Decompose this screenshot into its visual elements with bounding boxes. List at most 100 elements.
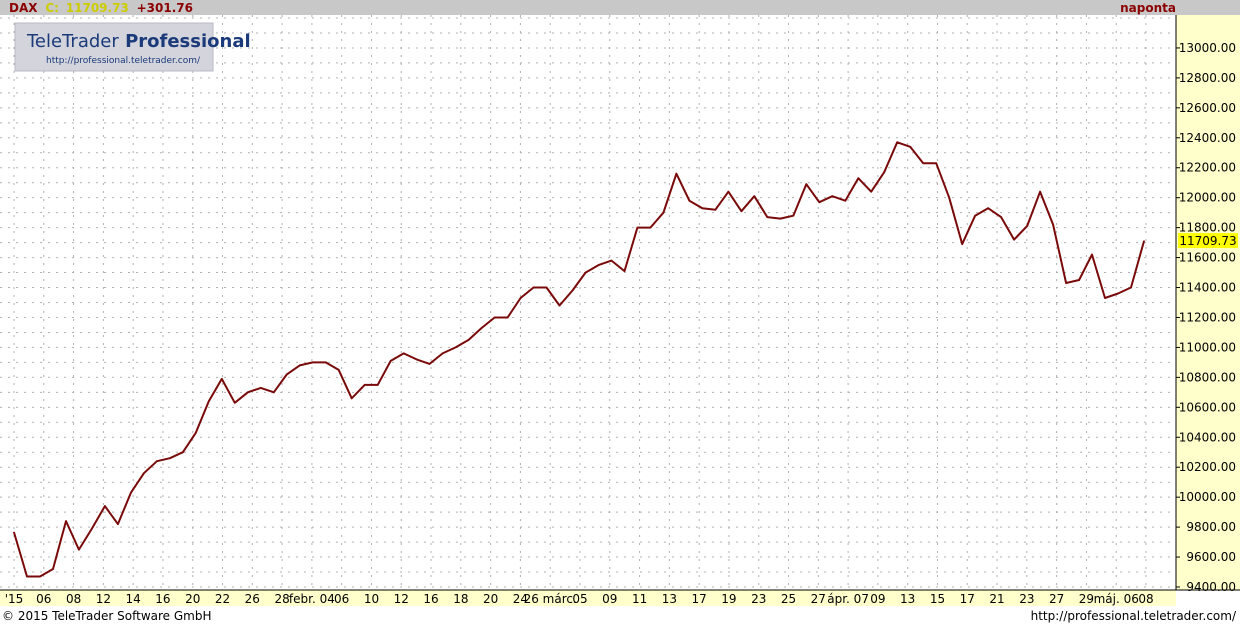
header-quote: DAX C: 11709.73 +301.76 [9,1,193,15]
data-point [65,520,67,522]
y-tick-label: 11200.00 [1179,310,1236,324]
data-point [389,360,392,362]
data-point [208,400,210,403]
data-point [597,264,600,266]
header-period: naponta [1120,1,1176,15]
data-point [376,384,379,386]
x-tick-label: 17 [692,592,707,606]
data-point [987,207,989,209]
data-point [727,190,730,193]
data-point [688,199,691,202]
data-point [1052,223,1054,226]
data-point [610,259,613,262]
data-point [1130,286,1132,289]
x-tick-label: 05 [572,592,587,606]
x-tick-label: '15 [5,592,24,606]
data-point [831,195,834,197]
data-point [1039,190,1041,193]
x-tick-label: 12 [96,592,111,606]
data-point [441,352,444,355]
data-point [195,432,197,434]
x-tick-label: 23 [1019,592,1034,606]
data-point [714,208,717,211]
y-tick-label: 11000.00 [1179,340,1236,354]
data-point [701,207,704,209]
data-point [805,183,808,185]
data-point [1078,279,1080,281]
data-point [1000,216,1002,218]
data-point [493,316,496,319]
data-point [558,304,561,307]
data-point [52,568,54,570]
x-tick-label: febr. 04 [289,592,335,606]
logo-title: TeleTrader Professional [26,31,251,52]
data-point [324,361,327,364]
data-point [779,217,782,220]
y-tick-label: 12600.00 [1179,101,1236,115]
data-point [104,505,106,507]
data-point [480,327,483,329]
data-point [584,271,587,274]
x-tick-label: 28 [274,592,289,606]
data-point [363,384,366,386]
data-point [467,339,470,341]
data-point [675,172,678,175]
x-tick-label: ápr. 07 [827,592,869,606]
data-point [1117,292,1119,295]
data-point [221,378,223,380]
data-point [311,361,314,364]
x-tick-label: 16 [423,592,438,606]
x-tick-label: 09 [602,592,617,606]
x-tick-label: 15 [930,592,945,606]
data-point [143,472,145,475]
y-tick-label: 10600.00 [1179,400,1236,414]
x-tick-label: 14 [126,592,141,606]
data-point [766,216,769,218]
x-tick-label: 11 [632,592,647,606]
y-tick-label: 13000.00 [1179,41,1236,55]
data-point [649,226,652,229]
y-tick-label: 12200.00 [1179,161,1236,175]
header-close-prefix: C: [45,1,59,15]
header-change: +301.76 [137,1,193,15]
data-point [156,460,158,463]
data-point [1065,282,1067,284]
y-tick-label: 12000.00 [1179,191,1236,205]
data-point [506,316,509,319]
data-point [273,391,275,394]
x-tick-label: 26 márc. [524,592,577,606]
data-point [169,457,171,460]
x-tick-label: 09 [870,592,885,606]
data-point [948,196,950,199]
data-point [350,397,353,400]
y-tick-label: 11400.00 [1179,281,1236,295]
y-tick-label: 10000.00 [1179,490,1236,504]
x-tick-label: 16 [155,592,170,606]
data-point [1091,253,1093,256]
x-tick-label: 27 [1049,592,1064,606]
data-point [974,214,976,217]
data-point [1143,240,1145,242]
data-point [844,199,847,202]
data-point [415,358,418,361]
y-tick-label: 12800.00 [1179,71,1236,85]
x-tick-label: 20 [185,592,200,606]
last-price-label: 11709.73 [1179,234,1236,248]
x-tick-label: 06 [334,592,349,606]
data-point [1026,225,1028,227]
logo-url: http://professional.teletrader.com/ [46,56,201,66]
y-tick-label: 11600.00 [1179,251,1236,265]
y-tick-label: 11800.00 [1179,221,1236,235]
x-tick-label: 23 [751,592,766,606]
data-point [883,171,885,173]
data-point [857,177,860,179]
data-point [870,190,872,193]
data-point [740,210,743,212]
footer-copyright: © 2015 TeleTrader Software GmbH [2,609,212,623]
data-point [623,270,626,272]
x-tick-label: 25 [781,592,796,606]
data-point [753,195,756,197]
data-point [571,289,574,292]
data-point [402,352,405,355]
data-point [909,146,911,148]
